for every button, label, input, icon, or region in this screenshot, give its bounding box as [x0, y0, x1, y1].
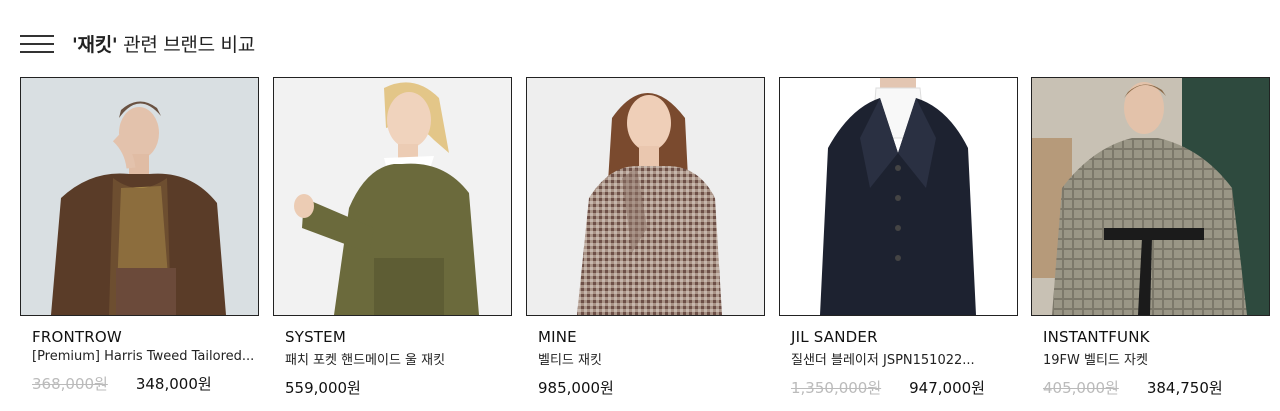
product-name[interactable]: 19FW 벨티드 자켓	[1043, 349, 1267, 368]
brand-name: JIL SANDER	[791, 328, 878, 346]
title-suffix: 관련 브랜드 비교	[117, 33, 255, 56]
original-price: 1,350,000원	[791, 379, 882, 397]
product-photo	[780, 78, 1017, 315]
section-title: '재킷' 관련 브랜드 비교	[72, 30, 255, 57]
product-name[interactable]: 벨티드 재킷	[538, 349, 762, 368]
product-image[interactable]	[273, 77, 512, 316]
product-card[interactable]: INSTANTFUNK 19FW 벨티드 자켓 405,000원 384,750…	[1031, 77, 1270, 398]
product-image[interactable]	[20, 77, 259, 316]
product-name[interactable]: [Premium] Harris Tweed Tailored...	[32, 349, 256, 364]
product-photo	[527, 78, 764, 315]
price-row: 985,000원	[538, 377, 765, 398]
sale-price: 384,750원	[1146, 379, 1223, 397]
sale-price: 985,000원	[538, 379, 614, 397]
menu-icon[interactable]	[20, 33, 54, 53]
price-row: 1,350,000원 947,000원	[791, 377, 1018, 398]
brand-name: MINE	[538, 328, 577, 346]
product-card[interactable]: SYSTEM 패치 포켓 핸드메이드 울 재킷 559,000원	[273, 77, 512, 398]
price-row: 405,000원 384,750원	[1043, 377, 1270, 398]
brand-name: FRONTROW	[32, 328, 122, 346]
product-card[interactable]: MINE 벨티드 재킷 985,000원	[526, 77, 765, 398]
product-card[interactable]: JIL SANDER 질샌더 블레이저 JSPN151022... 1,350,…	[779, 77, 1018, 398]
section-header: '재킷' 관련 브랜드 비교	[20, 28, 255, 58]
product-photo	[274, 78, 511, 315]
sale-price: 947,000원	[909, 379, 985, 397]
product-card[interactable]: FRONTROW [Premium] Harris Tweed Tailored…	[20, 77, 259, 394]
sale-price: 559,000원	[285, 379, 361, 397]
brand-name: INSTANTFUNK	[1043, 328, 1150, 346]
original-price: 405,000원	[1043, 379, 1119, 397]
price-row: 559,000원	[285, 377, 512, 398]
original-price: 368,000원	[32, 375, 108, 393]
product-name[interactable]: 패치 포켓 핸드메이드 울 재킷	[285, 349, 509, 368]
price-row: 368,000원 348,000원	[32, 373, 259, 394]
product-name[interactable]: 질샌더 블레이저 JSPN151022...	[791, 349, 1015, 368]
keyword: '재킷'	[72, 33, 118, 56]
sale-price: 348,000원	[135, 375, 212, 393]
product-image[interactable]	[1031, 77, 1270, 316]
product-image[interactable]	[526, 77, 765, 316]
product-photo	[1032, 78, 1269, 315]
product-photo	[21, 78, 258, 315]
product-image[interactable]	[779, 77, 1018, 316]
brand-name: SYSTEM	[285, 328, 346, 346]
